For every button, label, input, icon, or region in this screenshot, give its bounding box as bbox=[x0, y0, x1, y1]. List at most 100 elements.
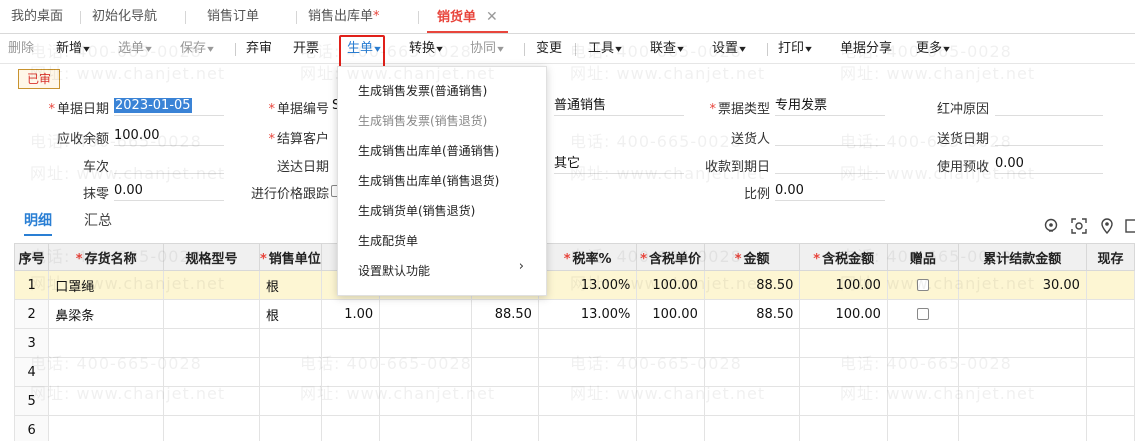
toolbar-divider bbox=[235, 43, 236, 56]
delete-button[interactable]: 删除 bbox=[8, 34, 34, 64]
select-button[interactable]: 选单▾ bbox=[118, 34, 152, 64]
other-field[interactable]: 其它 bbox=[554, 154, 684, 174]
cell-settled[interactable] bbox=[957, 299, 1087, 329]
menu-item-invoice-return[interactable]: 生成销售发票(销售退货) bbox=[358, 112, 487, 129]
menu-item-sales-return[interactable]: 生成销货单(销售退货) bbox=[358, 202, 475, 219]
collaborate-button[interactable]: 协同▾ bbox=[470, 34, 504, 64]
more-button[interactable]: 更多▾ bbox=[916, 34, 950, 64]
tab-sales-invoice[interactable]: 销货单 ✕ bbox=[427, 0, 508, 33]
vehicle-field[interactable] bbox=[114, 154, 224, 174]
col-settled[interactable]: 累计结款金额 bbox=[957, 243, 1087, 271]
bulb-icon[interactable] bbox=[1043, 218, 1059, 234]
menu-item-distribution[interactable]: 生成配货单 bbox=[358, 232, 418, 249]
tab-init-guide[interactable]: 初始化导航 bbox=[80, 0, 157, 34]
cell-name[interactable]: 口罩绳 bbox=[48, 270, 165, 300]
col-amount[interactable]: * 金额 bbox=[703, 243, 801, 271]
table-row-empty[interactable]: 3 bbox=[13, 328, 1135, 358]
chevron-down-icon: ▾ bbox=[615, 44, 622, 55]
change-button[interactable]: 变更 bbox=[536, 34, 562, 64]
use-prepay-field[interactable]: 0.00 bbox=[995, 154, 1103, 174]
cell-unit[interactable]: 根 bbox=[258, 299, 322, 329]
table-row-empty[interactable]: 4 bbox=[13, 357, 1135, 387]
col-unit[interactable]: * 销售单位 bbox=[258, 243, 322, 271]
cell-tax-rate[interactable]: 13.00% bbox=[537, 270, 638, 300]
chevron-down-icon: ▾ bbox=[677, 44, 684, 55]
delivery-date-label: 送货日期 bbox=[936, 132, 989, 147]
cell-tax-amount[interactable]: 100.00 bbox=[799, 299, 888, 329]
cell-tax-amount[interactable]: 100.00 bbox=[799, 270, 888, 300]
cell-unit[interactable]: 根 bbox=[258, 270, 322, 300]
menu-item-outbound-return[interactable]: 生成销售出库单(销售退货) bbox=[358, 172, 499, 189]
row-index: 3 bbox=[13, 328, 50, 358]
tab-summary[interactable]: 汇总 bbox=[84, 210, 112, 230]
due-date-field[interactable] bbox=[775, 154, 885, 174]
col-idx[interactable]: 序号 bbox=[13, 243, 50, 271]
cell-spec[interactable] bbox=[163, 299, 260, 329]
arrival-date-label: 送达日期 bbox=[276, 160, 329, 175]
cell-tax-price[interactable]: 100.00 bbox=[636, 299, 705, 329]
row-index: 6 bbox=[13, 415, 50, 441]
chevron-right-icon: › bbox=[518, 259, 524, 274]
tab-sales-outbound[interactable]: 销售出库单* bbox=[296, 0, 380, 34]
date-label: * 单据日期 bbox=[48, 102, 109, 117]
export-icon[interactable] bbox=[1125, 218, 1135, 234]
col-stock[interactable]: 现存 bbox=[1085, 243, 1135, 271]
chevron-down-icon: ▾ bbox=[497, 44, 504, 55]
red-reason-field[interactable] bbox=[995, 96, 1103, 116]
convert-button[interactable]: 转换▾ bbox=[409, 34, 443, 64]
settings-button[interactable]: 设置▾ bbox=[712, 34, 746, 64]
table-row[interactable]: 1 口罩绳 根 0 13.00% 100.00 88.50 100.00 30.… bbox=[13, 270, 1135, 300]
gift-checkbox[interactable] bbox=[916, 279, 929, 291]
tools-button[interactable]: 工具▾ bbox=[588, 34, 622, 64]
use-prepay-label: 使用预收 bbox=[936, 160, 989, 175]
tab-desktop[interactable]: 我的桌面 bbox=[11, 0, 63, 34]
cell-name[interactable]: 鼻梁条 bbox=[48, 299, 165, 329]
cell-gift[interactable] bbox=[886, 299, 959, 329]
link-query-button[interactable]: 联查▾ bbox=[650, 34, 684, 64]
cell-col6[interactable] bbox=[379, 299, 473, 329]
cell-amount[interactable]: 88.50 bbox=[703, 299, 801, 329]
cell-gift[interactable] bbox=[886, 270, 959, 300]
ratio-field[interactable]: 0.00 bbox=[775, 181, 885, 201]
detail-table: 序号 * 存货名称 规格型号 * 销售单位 * 税率% * 含税单价 * 金额 * 含税金额… bbox=[13, 243, 1135, 441]
cell-stock[interactable] bbox=[1085, 270, 1135, 300]
location-icon[interactable] bbox=[1099, 218, 1115, 234]
gift-checkbox[interactable] bbox=[916, 308, 929, 320]
col-tax-price[interactable]: * 含税单价 bbox=[636, 243, 705, 271]
menu-item-invoice-normal[interactable]: 生成销售发票(普通销售) bbox=[358, 82, 487, 99]
table-row-empty[interactable]: 6 bbox=[13, 415, 1135, 441]
tab-detail[interactable]: 明细 bbox=[24, 210, 52, 236]
new-button[interactable]: 新增▾ bbox=[56, 34, 90, 64]
close-tab-icon[interactable]: ✕ bbox=[486, 9, 498, 25]
deliverer-field[interactable] bbox=[775, 126, 885, 146]
save-button[interactable]: 保存▾ bbox=[180, 34, 214, 64]
abandon-review-button[interactable]: 弃审 bbox=[246, 34, 272, 64]
cell-tax-price[interactable]: 100.00 bbox=[636, 270, 705, 300]
menu-item-set-default[interactable]: 设置默认功能 bbox=[358, 262, 430, 279]
table-row-empty[interactable]: 5 bbox=[13, 386, 1135, 416]
invoice-button[interactable]: 开票 bbox=[293, 34, 319, 64]
scan-icon[interactable] bbox=[1071, 218, 1087, 234]
share-document-button[interactable]: 单据分享 bbox=[840, 34, 892, 64]
print-button[interactable]: 打印▾ bbox=[778, 34, 812, 64]
cell-amount[interactable]: 88.50 bbox=[703, 270, 801, 300]
table-row[interactable]: 2 鼻梁条 根 1.00 88.50 13.00% 100.00 88.50 1… bbox=[13, 299, 1135, 329]
round-off-field[interactable]: 0.00 bbox=[114, 181, 224, 201]
cell-spec[interactable] bbox=[163, 270, 260, 300]
cell-qty[interactable]: 1.00 bbox=[320, 299, 381, 329]
date-field[interactable]: 2023-01-05 bbox=[114, 96, 224, 116]
cell-price[interactable]: 88.50 bbox=[471, 299, 539, 329]
col-tax-rate[interactable]: * 税率% bbox=[537, 243, 638, 271]
cell-settled[interactable]: 30.00 bbox=[957, 270, 1087, 300]
ticket-type-field[interactable]: 专用发票 bbox=[775, 96, 885, 116]
delivery-date-field[interactable] bbox=[995, 126, 1103, 146]
cell-stock[interactable] bbox=[1085, 299, 1135, 329]
menu-item-outbound-normal[interactable]: 生成销售出库单(普通销售) bbox=[358, 142, 499, 159]
col-spec[interactable]: 规格型号 bbox=[163, 243, 260, 271]
col-gift[interactable]: 赠品 bbox=[886, 243, 959, 271]
col-tax-amount[interactable]: * 含税金额 bbox=[799, 243, 888, 271]
cell-tax-rate[interactable]: 13.00% bbox=[537, 299, 638, 329]
tab-sales-order[interactable]: 销售订单 bbox=[185, 0, 259, 34]
business-type-field[interactable]: 普通销售 bbox=[554, 96, 684, 116]
col-name[interactable]: * 存货名称 bbox=[48, 243, 165, 271]
